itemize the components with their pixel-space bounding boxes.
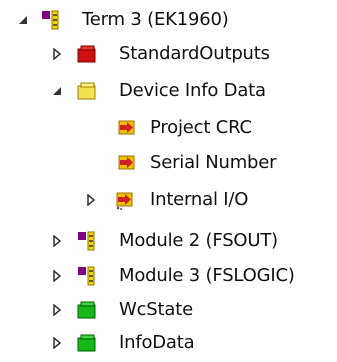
module-icon xyxy=(76,265,98,287)
expanded-arrow-icon[interactable] xyxy=(50,84,64,98)
tree-node-label: Serial Number xyxy=(150,152,277,173)
module-icon xyxy=(76,230,98,252)
tree-node-label: InfoData xyxy=(119,332,195,353)
tree-node-device-info-data[interactable]: Device Info Data xyxy=(0,73,337,109)
module-icon xyxy=(40,9,62,31)
tree-node-label: Project CRC xyxy=(150,117,252,138)
expanded-arrow-icon[interactable] xyxy=(16,13,30,27)
tree-node-label: Internal I/O xyxy=(150,189,249,210)
tree-node-label: Module 3 (FSLOGIC) xyxy=(119,265,295,286)
collapsed-arrow-icon[interactable] xyxy=(50,336,64,350)
tree-node-serial-number[interactable]: Serial Number xyxy=(0,145,337,181)
tree-node-label: Module 2 (FSOUT) xyxy=(119,230,278,251)
tree-node-term3[interactable]: Term 3 (EK1960) xyxy=(0,2,337,38)
tree-node-label: Term 3 (EK1960) xyxy=(82,9,229,30)
tree-node-standard-outputs[interactable]: StandardOutputs xyxy=(0,36,337,72)
green-folder-icon xyxy=(76,299,98,321)
input-variable-icon xyxy=(116,152,138,174)
tree-node-label: Device Info Data xyxy=(119,80,266,101)
collapsed-arrow-icon[interactable] xyxy=(50,47,64,61)
green-folder-icon xyxy=(76,332,98,354)
tree-node-project-crc[interactable]: Project CRC xyxy=(0,110,337,146)
red-folder-icon xyxy=(76,43,98,65)
collapsed-arrow-icon[interactable] xyxy=(84,193,98,207)
tree-node-module3[interactable]: Module 3 (FSLOGIC) xyxy=(0,258,337,294)
tree-node-label: StandardOutputs xyxy=(119,43,270,64)
collapsed-arrow-icon[interactable] xyxy=(50,303,64,317)
io-tree-view: Term 3 (EK1960) StandardOutputs Device I… xyxy=(0,0,337,362)
tree-node-module2[interactable]: Module 2 (FSOUT) xyxy=(0,223,337,259)
tree-node-wcstate[interactable]: WcState xyxy=(0,292,337,328)
input-variable-icon xyxy=(116,117,138,139)
tree-node-label: WcState xyxy=(119,299,193,320)
tree-node-infodata[interactable]: InfoData xyxy=(0,325,337,361)
input-variable-icon xyxy=(114,189,136,211)
yellow-folder-icon xyxy=(76,80,98,102)
collapsed-arrow-icon[interactable] xyxy=(50,234,64,248)
tree-node-internal-io[interactable]: Internal I/O xyxy=(0,182,337,218)
collapsed-arrow-icon[interactable] xyxy=(50,269,64,283)
